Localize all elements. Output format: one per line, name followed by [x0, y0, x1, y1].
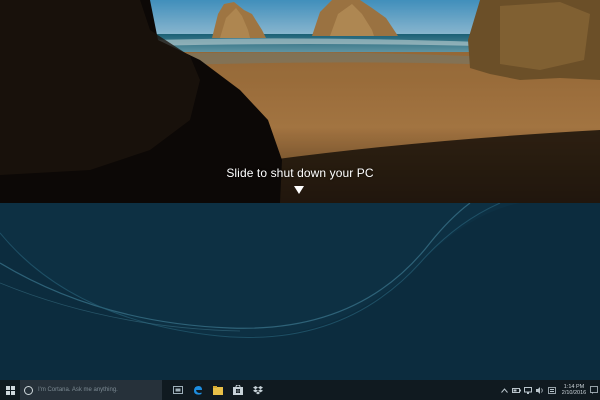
task-view-icon[interactable]: [168, 380, 188, 400]
wallpaper-curves-image: [0, 203, 600, 380]
slide-to-shutdown-text: Slide to shut down your PC: [226, 166, 374, 180]
store-icon[interactable]: [228, 380, 248, 400]
edge-browser-icon[interactable]: [188, 380, 208, 400]
cortana-search-box[interactable]: I'm Cortana. Ask me anything.: [20, 380, 162, 400]
battery-icon[interactable]: [510, 380, 522, 400]
clock-date: 2/10/2016: [561, 390, 587, 396]
start-button[interactable]: [0, 380, 20, 400]
taskbar-clock[interactable]: 1:14 PM 2/10/2016: [560, 384, 588, 396]
desktop-wallpaper: [0, 203, 600, 380]
network-icon[interactable]: [522, 380, 534, 400]
taskbar: I'm Cortana. Ask me anything. 1:14 PM 2/…: [0, 380, 600, 400]
cortana-icon: [24, 385, 33, 395]
windows-logo-icon: [5, 385, 15, 395]
search-placeholder: I'm Cortana. Ask me anything.: [38, 387, 118, 393]
chevron-up-icon[interactable]: [498, 380, 510, 400]
file-explorer-icon[interactable]: [208, 380, 228, 400]
language-icon[interactable]: [546, 380, 558, 400]
volume-icon[interactable]: [534, 380, 546, 400]
action-center-icon[interactable]: [588, 380, 600, 400]
down-triangle-icon[interactable]: [294, 186, 304, 194]
dropbox-icon[interactable]: [248, 380, 268, 400]
shutdown-slider-panel[interactable]: Slide to shut down your PC: [0, 0, 600, 203]
